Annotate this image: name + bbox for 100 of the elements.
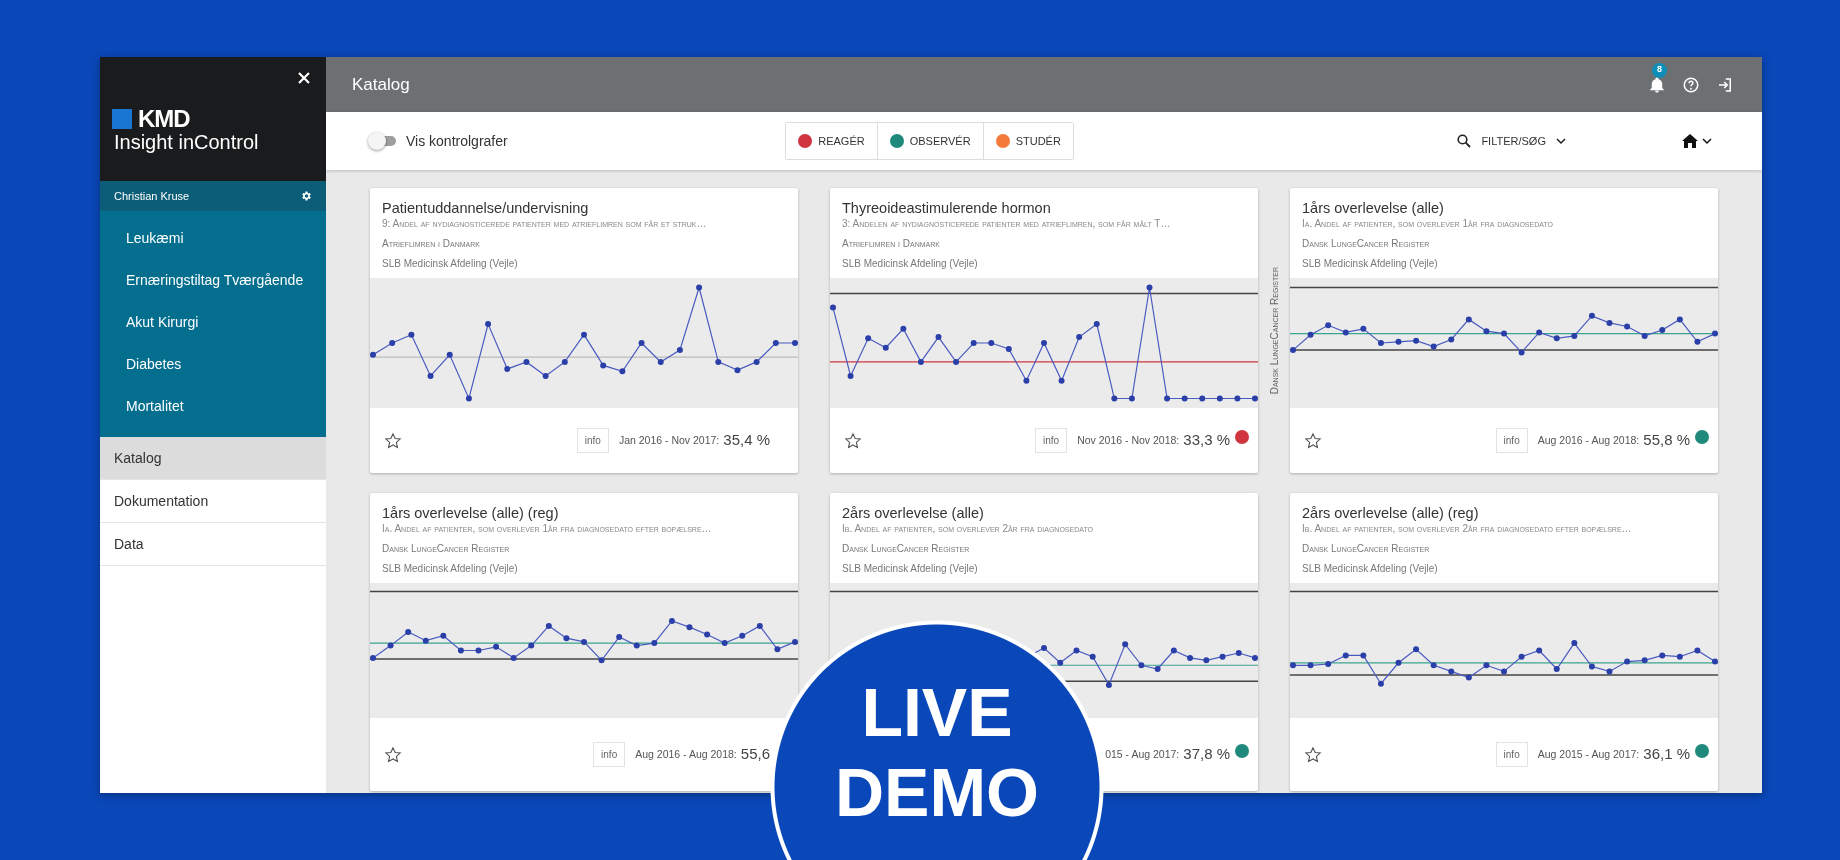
data-point (739, 633, 746, 640)
data-point (696, 284, 703, 291)
card-title: 1års overlevelse (alle) (1302, 200, 1445, 218)
data-point (1235, 650, 1242, 657)
data-point (1187, 655, 1194, 662)
data-point (1307, 662, 1314, 669)
data-point (370, 352, 376, 359)
data-point (465, 395, 472, 402)
data-point (1342, 652, 1349, 659)
data-point (1395, 660, 1402, 667)
indicator-name: Ib. Andel af patienter, som overlever 2år fra diagnosedato (842, 522, 1094, 536)
promo-text: DEMO (835, 758, 1039, 826)
nav-item[interactable]: Katalog (100, 437, 326, 480)
bell-icon (1648, 76, 1666, 95)
sidebar-item[interactable]: Mortalitet (100, 385, 326, 427)
data-point (408, 332, 415, 339)
data-point (485, 321, 492, 328)
settings-icon[interactable] (300, 190, 312, 202)
data-point (619, 368, 626, 375)
data-point (1395, 339, 1402, 346)
data-point (1203, 657, 1210, 664)
card-title: Patientuddannelse/undervisning (382, 200, 590, 218)
data-point (1170, 647, 1177, 654)
data-point (1588, 663, 1595, 670)
department-name: SLB Medicinsk Afdeling (Vejle) (1302, 563, 1439, 576)
sidebar-item[interactable]: Leukæmi (100, 217, 326, 259)
data-point (528, 642, 535, 649)
indicator-name: 3: Andelen af nydiagnosticerede patienter med atrieflimren, som får målt T… (842, 217, 1172, 231)
data-point (1342, 329, 1349, 336)
data-point (1430, 343, 1437, 350)
info-button[interactable]: info (593, 742, 626, 768)
sidebar-item[interactable]: Akut Kirurgi (100, 301, 326, 343)
home-menu-button[interactable] (1682, 134, 1712, 148)
data-point (1252, 395, 1258, 402)
search-icon (1457, 134, 1472, 148)
help-icon (1682, 76, 1700, 95)
info-button[interactable]: info (576, 428, 609, 454)
data-point (1588, 313, 1595, 320)
data-point (1676, 654, 1683, 661)
data-point (1448, 668, 1455, 675)
data-point (756, 623, 763, 630)
data-point (715, 359, 722, 366)
info-button[interactable]: info (1495, 742, 1528, 768)
info-button[interactable]: info (1495, 428, 1528, 454)
data-point (475, 647, 482, 654)
data-point (1694, 647, 1701, 654)
data-point (493, 644, 500, 651)
info-button[interactable]: info (1035, 428, 1068, 454)
data-point (1234, 395, 1241, 402)
data-point (1641, 333, 1648, 340)
data-point (1413, 646, 1420, 653)
register-name: Dansk LungeCancer Register (1302, 238, 1431, 251)
indicator-value: 55,8 % (1643, 430, 1690, 451)
data-point (600, 362, 607, 369)
data-point (545, 623, 552, 630)
data-point (563, 635, 570, 642)
data-point (1199, 395, 1206, 402)
brand-logo: KMD (138, 107, 190, 131)
data-point (1023, 378, 1030, 385)
data-point (422, 638, 429, 645)
department-name: SLB Medicinsk Afdeling (Vejle) (1302, 258, 1439, 271)
data-point (1377, 681, 1384, 688)
indicator-value: 37,8 % (1183, 744, 1230, 765)
indicator-value: 35,4 % (723, 430, 770, 451)
data-point (917, 359, 924, 366)
data-point (1448, 336, 1455, 343)
data-point (1138, 662, 1145, 669)
data-point (1430, 662, 1437, 669)
data-point (523, 359, 530, 366)
data-point (651, 640, 658, 647)
data-point (1360, 652, 1367, 659)
data-point (370, 655, 376, 662)
data-point (504, 366, 511, 373)
indicator-value: 55,6 (740, 744, 770, 765)
sidebar-item[interactable]: Diabetes (100, 343, 326, 385)
sidebar-item[interactable]: Ernæringstiltag Tværgående (100, 259, 326, 301)
data-point (581, 332, 587, 339)
data-point (1058, 378, 1065, 385)
register-side-label: Dansk LungeCancer Register (1267, 266, 1281, 395)
data-point (1501, 330, 1507, 337)
data-point (1360, 326, 1367, 333)
data-point (598, 657, 605, 664)
data-point (1536, 329, 1543, 336)
data-point (1641, 657, 1648, 664)
status-filter-button[interactable]: REAGÉR (786, 122, 878, 160)
card-title: Thyreoideastimulerende hormon (842, 200, 1052, 218)
data-point (753, 359, 760, 366)
data-point (1518, 654, 1525, 661)
data-point (1181, 395, 1188, 402)
data-point (792, 340, 798, 347)
data-point (830, 305, 836, 311)
data-point (847, 373, 854, 380)
control-chart-toggle[interactable]: Vis kontrolgrafer (370, 130, 508, 152)
indicator-name: Ia. Andel af patienter, som overlever 1år fra diagnosedato efter bopælsre… (382, 522, 713, 536)
logo-square-icon (112, 109, 132, 129)
data-point (510, 655, 517, 662)
data-point (1659, 652, 1666, 659)
indicator-name: Ia. Andel af patienter, som overlever 1år fra diagnosedato (1302, 217, 1554, 231)
data-point (704, 631, 711, 638)
filter-search-button[interactable]: FILTER/SØG (1451, 131, 1572, 151)
